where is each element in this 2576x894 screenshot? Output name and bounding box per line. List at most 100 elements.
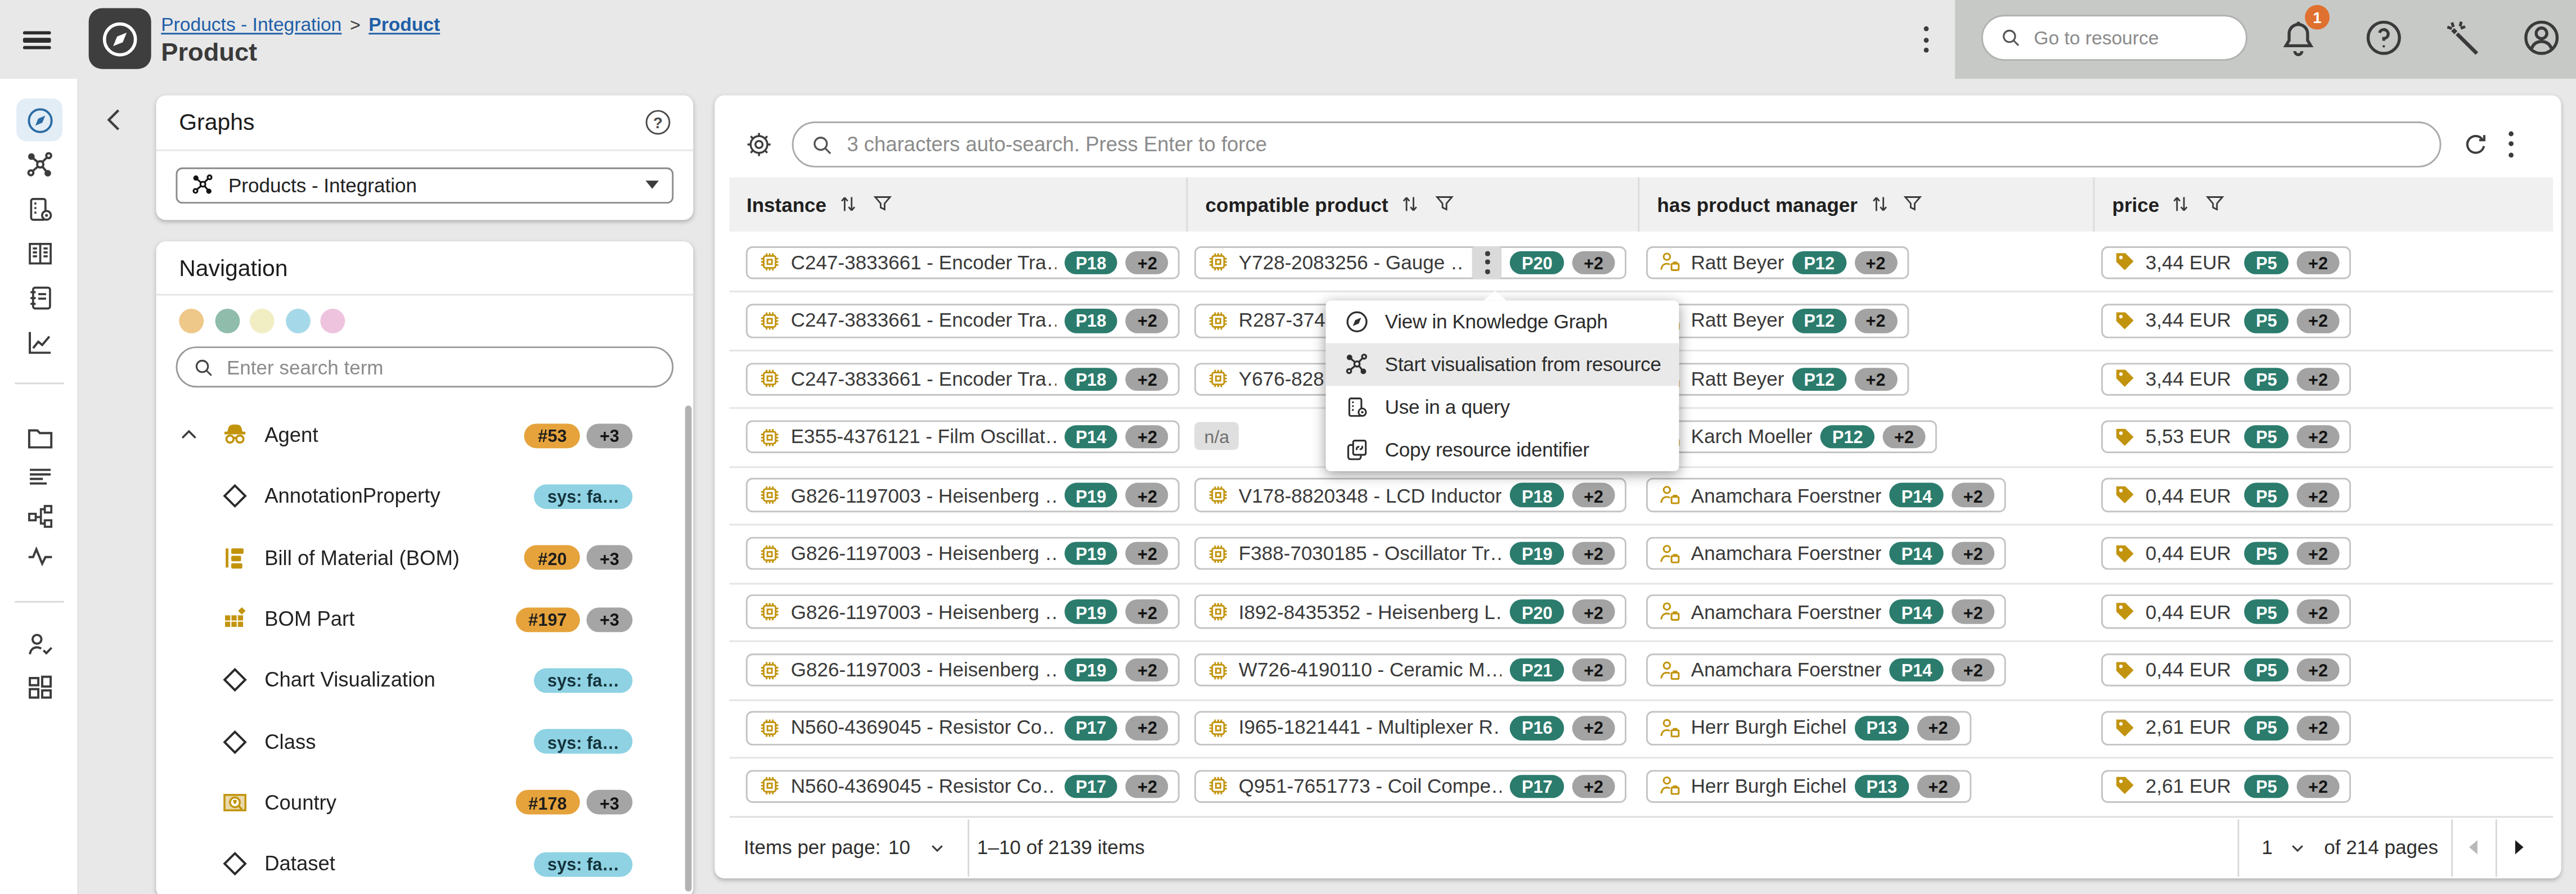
account-icon[interactable] bbox=[2520, 16, 2563, 59]
instance-cell[interactable]: N560-4369045 - Resistor Co…P17+2 bbox=[747, 711, 1180, 745]
page-number[interactable]: 1 bbox=[2262, 817, 2273, 878]
legend-dot[interactable] bbox=[285, 309, 310, 334]
rail-item-network[interactable] bbox=[16, 144, 62, 187]
product-cell[interactable]: I965-1821441 - Multiplexer R…P16+2 bbox=[1194, 711, 1626, 745]
rail-item-person-check[interactable] bbox=[16, 622, 62, 665]
collapse-panel-icon[interactable] bbox=[98, 103, 131, 136]
price-cell[interactable]: 3,44 EURP5+2 bbox=[2101, 304, 2351, 337]
context-menu-item[interactable]: View in Knowledge Graph bbox=[1326, 301, 1679, 344]
manager-cell[interactable]: Karch MoellerP12+2 bbox=[1647, 420, 1937, 454]
product-cell[interactable]: V178-8820348 - LCD InductorP18+2 bbox=[1194, 478, 1626, 512]
tree-item[interactable]: Agent#53+3 bbox=[176, 405, 632, 466]
breadcrumb-current[interactable]: Product bbox=[368, 14, 440, 34]
instance-cell[interactable]: G826-1197003 - Heisenberg …P19+2 bbox=[747, 478, 1180, 512]
rail-item-compass[interactable] bbox=[16, 98, 62, 141]
instance-cell[interactable]: C247-3833661 - Encoder Tra…P18+2 bbox=[747, 362, 1180, 396]
legend-dot[interactable] bbox=[250, 309, 275, 334]
global-search-input[interactable]: Go to resource bbox=[1981, 15, 2247, 61]
price-cell[interactable]: 0,44 EURP5+2 bbox=[2101, 478, 2351, 512]
tree-item-label: Agent bbox=[264, 424, 318, 447]
graphs-help-icon[interactable]: ? bbox=[646, 109, 671, 134]
manager-cell[interactable]: Anamchara FoerstnerP14+2 bbox=[1647, 478, 2006, 512]
column-header[interactable]: Instance bbox=[729, 178, 1186, 232]
column-header[interactable]: price bbox=[2093, 178, 2552, 232]
manager-cell[interactable]: Ratt BeyerP12+2 bbox=[1647, 304, 1908, 337]
product-cell[interactable]: I892-8435352 - Heisenberg L…P20+2 bbox=[1194, 595, 1626, 629]
column-header[interactable]: compatible product bbox=[1186, 178, 1638, 232]
tree-item[interactable]: BOM Part#197+3 bbox=[176, 589, 632, 650]
price-cell[interactable]: 3,44 EURP5+2 bbox=[2101, 246, 2351, 279]
tree-item[interactable]: Chart Visualizationsys: fa… bbox=[176, 650, 632, 711]
more-pill: +2 bbox=[1952, 541, 1994, 565]
price-cell[interactable]: 5,53 EURP5+2 bbox=[2101, 420, 2351, 454]
manager-cell[interactable]: Ratt BeyerP12+2 bbox=[1647, 362, 1908, 396]
column-header[interactable]: has product manager bbox=[1638, 178, 2093, 232]
product-cell[interactable]: Y728-2083256 - Gauge …P20+2 bbox=[1194, 246, 1626, 279]
next-page-icon[interactable] bbox=[2505, 834, 2532, 861]
hamburger-menu-icon[interactable] bbox=[23, 30, 51, 50]
manager-cell[interactable]: Ratt BeyerP12+2 bbox=[1647, 246, 1908, 279]
tree-item[interactable]: Country#178+3 bbox=[176, 772, 632, 833]
rail-item-chart-line[interactable] bbox=[16, 321, 62, 364]
chevron-down-icon[interactable] bbox=[2286, 837, 2308, 858]
context-menu-item[interactable]: Copy resource identifier bbox=[1326, 429, 1679, 472]
price-cell[interactable]: 0,44 EURP5+2 bbox=[2101, 653, 2351, 687]
manager-cell[interactable]: Anamchara FoerstnerP14+2 bbox=[1647, 536, 2006, 570]
product-cell[interactable]: Q951-7651773 - Coil Compe…P17+2 bbox=[1194, 770, 1626, 803]
price-cell[interactable]: 2,61 EURP5+2 bbox=[2101, 770, 2351, 803]
instance-cell[interactable]: G826-1197003 - Heisenberg …P19+2 bbox=[747, 595, 1180, 629]
wand-icon[interactable] bbox=[2442, 16, 2484, 59]
tree-item[interactable]: Classsys: fa… bbox=[176, 711, 632, 772]
rail-item-folder[interactable] bbox=[16, 416, 62, 458]
manager-cell[interactable]: Anamchara FoerstnerP14+2 bbox=[1647, 595, 2006, 629]
chevron-down-icon[interactable] bbox=[926, 837, 947, 858]
context-menu-item[interactable]: Use in a query bbox=[1326, 386, 1679, 429]
rail-item-text-lines[interactable] bbox=[16, 455, 62, 498]
graph-select-dropdown[interactable]: Products - Integration bbox=[176, 166, 673, 202]
header-kebab-menu[interactable] bbox=[1924, 26, 1929, 53]
rail-item-book[interactable] bbox=[16, 232, 62, 275]
instance-cell[interactable]: G826-1197003 - Heisenberg …P19+2 bbox=[747, 653, 1180, 687]
settings-gear-icon[interactable] bbox=[744, 129, 774, 159]
manager-cell[interactable]: Anamchara FoerstnerP14+2 bbox=[1647, 653, 2006, 687]
help-icon[interactable] bbox=[2362, 16, 2405, 59]
price-cell[interactable]: 0,44 EURP5+2 bbox=[2101, 595, 2351, 629]
app-logo[interactable] bbox=[89, 8, 151, 69]
manager-cell[interactable]: Herr Burgh EichelP13+2 bbox=[1647, 711, 1971, 745]
rail-item-database-eye[interactable] bbox=[16, 188, 62, 231]
p-pill: P19 bbox=[1064, 600, 1117, 624]
instance-cell[interactable]: C247-3833661 - Encoder Tra…P18+2 bbox=[747, 304, 1180, 337]
instance-cell[interactable]: C247-3833661 - Encoder Tra…P18+2 bbox=[747, 246, 1180, 279]
tree-item[interactable]: Datasetsys: fa… bbox=[176, 833, 632, 894]
product-cell[interactable]: F388-7030185 - Oscillator Tr…P19+2 bbox=[1194, 536, 1626, 570]
rail-item-grid[interactable] bbox=[16, 665, 62, 708]
person-check-icon bbox=[24, 628, 55, 659]
breadcrumb-link[interactable]: Products - Integration bbox=[161, 14, 341, 34]
legend-dot[interactable] bbox=[179, 309, 204, 334]
price-cell[interactable]: 2,61 EURP5+2 bbox=[2101, 711, 2351, 745]
table-kebab-menu[interactable] bbox=[2508, 130, 2514, 157]
navigation-scrollbar[interactable] bbox=[684, 406, 691, 892]
refresh-icon[interactable] bbox=[2460, 129, 2490, 159]
instance-cell[interactable]: N560-4369045 - Resistor Co…P17+2 bbox=[747, 770, 1180, 803]
rail-item-notebook[interactable] bbox=[16, 277, 62, 319]
instance-cell[interactable]: E355-4376121 - Film Oscillat…P14+2 bbox=[747, 420, 1180, 454]
price-cell[interactable]: 3,44 EURP5+2 bbox=[2101, 362, 2351, 396]
row-separator bbox=[729, 640, 2552, 642]
manager-cell[interactable]: Herr Burgh EichelP13+2 bbox=[1647, 770, 1971, 803]
items-per-page-value[interactable]: 10 bbox=[888, 817, 910, 878]
tree-item[interactable]: Bill of Material (BOM)#20+3 bbox=[176, 527, 632, 589]
tree-item[interactable]: AnnotationPropertysys: fa… bbox=[176, 466, 632, 527]
product-cell[interactable]: W726-4190110 - Ceramic M…P21+2 bbox=[1194, 653, 1626, 687]
context-menu-item[interactable]: Start visualisation from resource bbox=[1326, 344, 1679, 386]
previous-page-icon[interactable] bbox=[2461, 834, 2487, 861]
rail-item-flow[interactable] bbox=[16, 494, 62, 537]
table-search-input[interactable]: 3 characters auto-search. Press Enter to… bbox=[791, 122, 2441, 167]
rail-item-pulse[interactable] bbox=[16, 534, 62, 576]
legend-dot[interactable] bbox=[321, 309, 346, 334]
navigation-search-input[interactable]: Enter search term bbox=[176, 347, 673, 388]
legend-dot[interactable] bbox=[214, 309, 239, 334]
cell-kebab-menu[interactable] bbox=[1472, 246, 1502, 279]
price-cell[interactable]: 0,44 EURP5+2 bbox=[2101, 536, 2351, 570]
instance-cell[interactable]: G826-1197003 - Heisenberg …P19+2 bbox=[747, 536, 1180, 570]
